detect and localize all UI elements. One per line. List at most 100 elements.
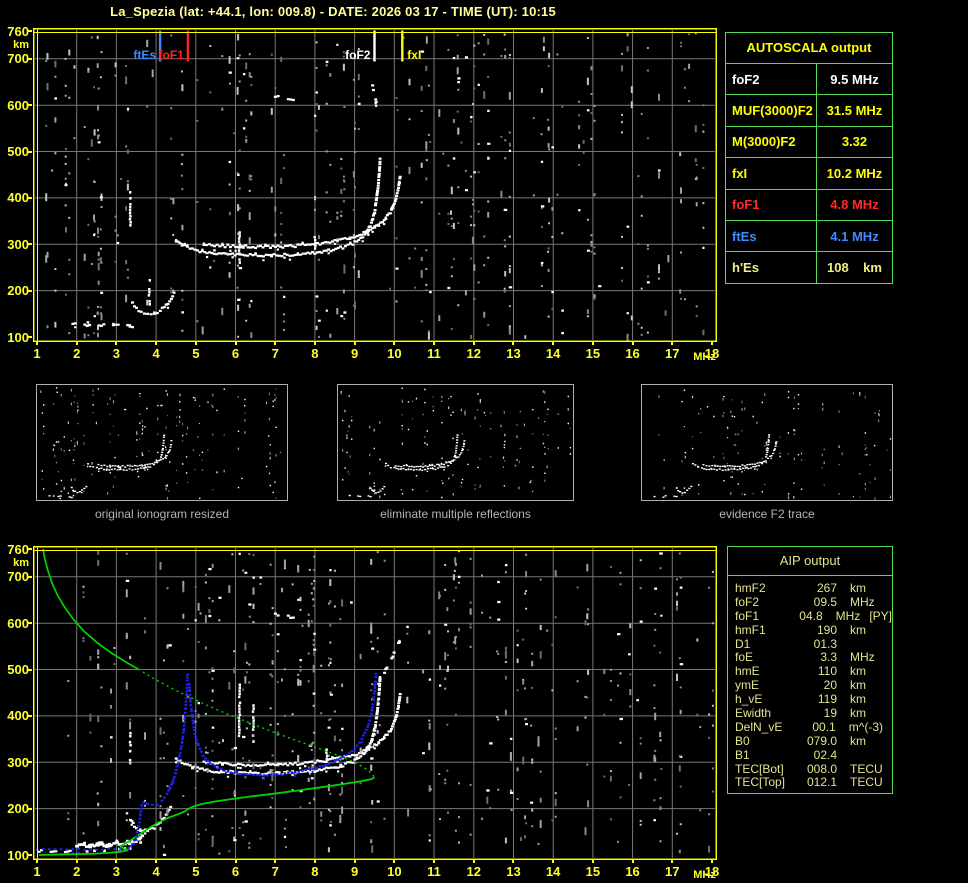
x-tick-mark [631, 860, 634, 863]
x-tick-mark [710, 342, 713, 345]
y-axis-unit: km [13, 557, 29, 569]
y-tick-mark [28, 30, 32, 32]
y-tick-label: 500 [7, 662, 29, 678]
x-tick-label: 5 [192, 864, 200, 879]
x-tick-mark [353, 860, 356, 863]
thumbnail-original-ionogram: original ionogram resized [36, 384, 288, 521]
x-tick-label: 3 [112, 864, 121, 879]
y-tick-label: 760 [7, 23, 29, 39]
x-tick-label: 11 [427, 346, 441, 361]
thumb-background [36, 384, 288, 501]
parameter-value: 012.1 [806, 775, 837, 790]
y-tick-mark [28, 150, 32, 153]
autoscala-row-foF2: foF2 9.5 MHz [726, 64, 892, 96]
y-tick-label: 760 [7, 541, 29, 557]
x-tick-label: 10 [387, 864, 402, 879]
parameter-label: D1 [735, 636, 751, 651]
parameter-label: fxI [726, 158, 817, 189]
thumbnail-evidence-f2: evidence F2 trace [641, 384, 893, 521]
x-tick-mark [671, 860, 674, 863]
parameter-unit: MHz [850, 650, 875, 665]
autoscala-table-title: AUTOSCALA output [726, 33, 892, 64]
autoscala-row-ftEs: ftEs 4.1 MHz [726, 220, 892, 253]
x-tick-label: 6 [231, 864, 240, 879]
x-tick-label: 7 [271, 346, 279, 361]
x-tick-label: 16 [625, 864, 640, 879]
parameter-value: 119 [817, 692, 837, 707]
y-axis-unit: km [13, 39, 29, 51]
autoscala-row-h'Es: h'Es 108 km [726, 252, 892, 283]
x-tick-mark [194, 342, 197, 345]
aip-table-title: AIP output [728, 547, 892, 576]
y-tick-label: 200 [7, 801, 29, 817]
x-tick-mark [155, 860, 158, 863]
parameter-label: TEC[Bot] [735, 761, 784, 776]
aip-table-rows: hmF2 267 km foF2 09.5 MHz foF1 04.8 MHz [PY] hmF1 1… [728, 581, 892, 789]
aip-row-ymE: ymE 20 km [728, 678, 892, 692]
x-tick-label: 10 [387, 346, 402, 361]
aip-table: AIP output hmF2 267 km foF2 09.5 MHz foF1 04.8 M… [727, 546, 893, 795]
parameter-unit: km [850, 622, 866, 637]
y-tick-mark [28, 668, 32, 671]
y-tick-label: 100 [7, 329, 29, 345]
x-tick-label: 12 [466, 346, 481, 361]
parameter-value: 00.1 [812, 719, 836, 734]
parameter-unit: km [850, 678, 866, 693]
x-tick-label: 8 [311, 346, 319, 361]
autoscala-table: AUTOSCALA output foF2 9.5 MHz MUF(3000)F2 3… [725, 32, 893, 284]
parameter-unit: km [850, 581, 866, 595]
y-tick-label: 400 [7, 708, 29, 724]
parameter-value: 3.32 [841, 134, 868, 150]
top-ionogram-canvas [33, 28, 717, 342]
parameter-value: 108 km [827, 260, 882, 276]
parameter-label: hmE [735, 664, 760, 679]
bottom-ionogram-plot [33, 546, 717, 860]
x-tick-mark [115, 860, 118, 863]
marker-line-foF2 [373, 30, 376, 62]
x-tick-mark [75, 342, 78, 345]
parameter-value: 3.3 [820, 650, 837, 665]
x-tick-mark [512, 342, 515, 345]
y-tick-mark [28, 548, 32, 550]
x-tick-mark [115, 342, 118, 345]
y-tick-label: 500 [7, 144, 29, 160]
parameter-value: 9.5 MHz [830, 71, 879, 87]
x-tick-mark [234, 860, 237, 863]
parameter-label: B1 [735, 747, 750, 762]
thumbnail-eliminate-canvas [337, 384, 574, 501]
marker-label-fxI: fxI [407, 48, 422, 62]
parameter-value: 079.0 [806, 733, 837, 748]
aip-row-hmE: hmE 110 km [728, 664, 892, 678]
y-tick-mark [28, 761, 32, 764]
y-tick-label: 700 [7, 51, 29, 67]
marker-line-fxI [401, 30, 404, 62]
x-tick-label: 3 [112, 346, 121, 361]
x-tick-mark [274, 342, 277, 345]
parameter-unit: TECU [850, 761, 883, 776]
x-tick-mark [472, 342, 475, 345]
x-tick-label: 15 [585, 346, 601, 361]
parameter-label: TEC[Top] [735, 775, 786, 790]
y-tick-mark [28, 714, 32, 717]
parameter-value: 04.8 [799, 608, 823, 623]
x-tick-label: 6 [231, 346, 240, 361]
x-tick-mark [155, 342, 158, 345]
x-tick-mark [710, 860, 713, 863]
parameter-label: foF2 [735, 594, 760, 609]
aip-row-Ewidth: Ewidth 19 km [728, 706, 892, 720]
bottom-ionogram-canvas [33, 546, 717, 860]
parameter-value: 4.8 MHz [830, 197, 879, 213]
parameter-label: h_vE [735, 692, 763, 707]
x-tick-label: 7 [271, 864, 279, 879]
parameter-label: DelN_vE [735, 719, 783, 734]
x-tick-mark [75, 860, 78, 863]
parameter-label: Ewidth [735, 706, 772, 721]
aip-row-TEC[Bot]: TEC[Bot] 008.0 TECU [728, 762, 892, 776]
parameter-label: hmF2 [735, 581, 766, 595]
marker-label-ftEs: ftEs [133, 48, 157, 62]
aip-row-TEC[Top]: TEC[Top] 012.1 TECU [728, 775, 892, 790]
parameter-label: ymE [735, 678, 759, 693]
aip-row-foF1: foF1 04.8 MHz [PY] [728, 609, 892, 623]
x-tick-label: 9 [351, 346, 359, 361]
x-tick-mark [512, 860, 515, 863]
